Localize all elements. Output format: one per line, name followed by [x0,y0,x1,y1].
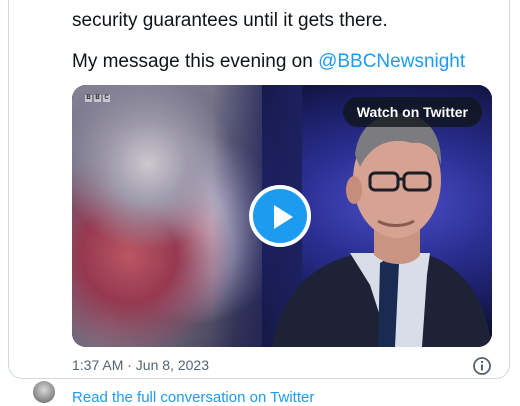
broadcaster-logo: BBC [85,95,110,102]
tweet-text-prefix: My message this evening on [72,51,319,72]
footer-bar: Read the full conversation on Twitter [0,381,520,406]
info-icon[interactable] [472,356,492,376]
read-conversation-link[interactable]: Read the full conversation on Twitter [72,389,314,406]
play-icon [274,205,293,229]
mention-link[interactable]: @BBCNewsnight [318,51,465,72]
tweet-text-line: security guarantees until it gets there. [72,10,388,31]
tweet-timestamp[interactable]: 1:37 AM · Jun 8, 2023 [72,357,209,373]
video-player[interactable]: BBC Watch on Twitter [72,85,492,347]
tweet-text-message: My message this evening on @BBCNewsnight [72,50,492,74]
play-button[interactable] [249,185,311,247]
watch-on-twitter-button[interactable]: Watch on Twitter [342,97,482,127]
